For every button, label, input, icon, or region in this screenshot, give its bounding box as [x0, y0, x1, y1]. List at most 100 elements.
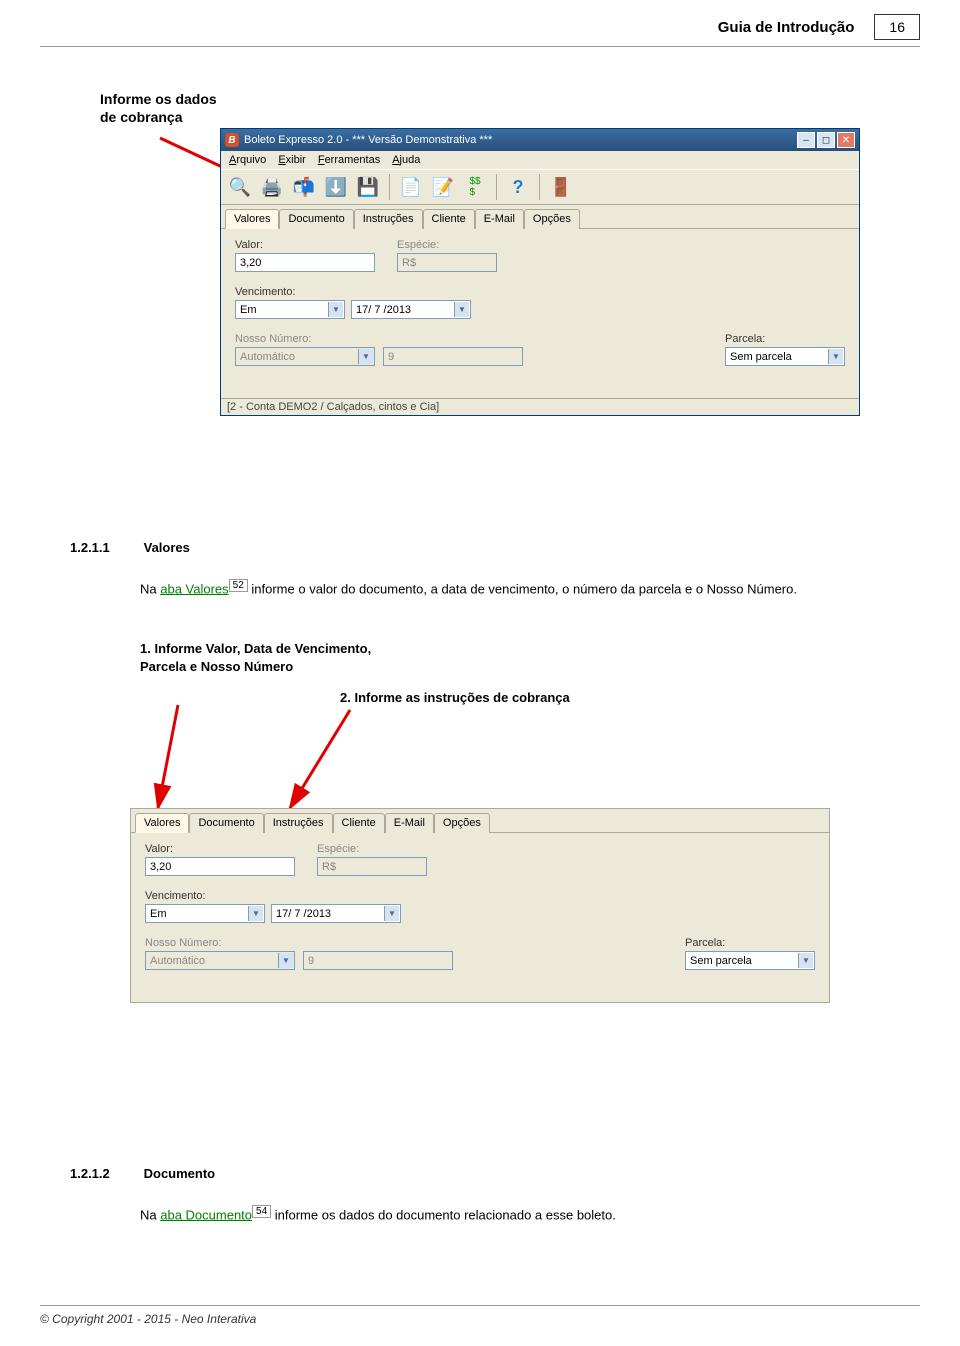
footer-copyright: © Copyright 2001 - 2015 - Neo Interativa [40, 1305, 920, 1326]
maximize-button[interactable]: ◻ [817, 132, 835, 148]
callout-2a: 1. Informe Valor, Data de Vencimento, Pa… [140, 640, 570, 676]
save-record-icon[interactable]: ⬇️ [323, 174, 349, 200]
select2-venc-mode[interactable]: Em ▼ [145, 904, 265, 923]
exit-icon[interactable]: 🚪 [548, 174, 574, 200]
menubar: Arquivo Exibir Ferramentas Ajuda [221, 151, 859, 169]
select-nosso-mode[interactable]: Automático ▼ [235, 347, 375, 366]
form-area: Valor: 3,20 Espécie: R$ Vencimento: Em ▼… [221, 229, 859, 398]
link-aba-valores[interactable]: aba Valores [160, 581, 228, 596]
link-aba-documento[interactable]: aba Documento [160, 1207, 252, 1222]
toolbar-divider-2 [496, 174, 497, 200]
new-icon[interactable]: 📝 [430, 174, 456, 200]
label2-nosso-numero: Nosso Número: [145, 937, 295, 949]
close-button[interactable]: ✕ [837, 132, 855, 148]
arrow-to-instrucoes-tab [280, 700, 360, 820]
label2-parcela: Parcela: [685, 937, 815, 949]
section2-number: 1.2.1.2 [70, 1166, 140, 1181]
window-title: Boleto Expresso 2.0 - *** Versão Demonst… [244, 134, 492, 146]
tab-email[interactable]: E-Mail [475, 209, 524, 229]
chevron-down-icon: ▼ [454, 302, 469, 317]
tabs-panel-2: Valores Documento Instruções Cliente E-M… [130, 808, 830, 1003]
tab-valores[interactable]: Valores [225, 209, 279, 229]
save-icon[interactable]: 💾 [355, 174, 381, 200]
label-valor: Valor: [235, 239, 375, 251]
section2-title: Documento [144, 1166, 216, 1181]
section-valores: 1.2.1.1 Valores Na aba Valores52 informe… [70, 540, 890, 599]
window-controls: – ◻ ✕ [797, 132, 855, 148]
select-parcela[interactable]: Sem parcela ▼ [725, 347, 845, 366]
tabs: Valores Documento Instruções Cliente E-M… [221, 205, 859, 229]
input-valor[interactable]: 3,20 [235, 253, 375, 272]
menu-ferramentas[interactable]: Ferramentas [318, 154, 380, 166]
tab2-instrucoes[interactable]: Instruções [264, 813, 333, 833]
label-nosso-numero: Nosso Número: [235, 333, 375, 345]
select2-parcela[interactable]: Sem parcela ▼ [685, 951, 815, 970]
chevron-down-icon: ▼ [248, 906, 263, 921]
list-icon[interactable]: 📄 [398, 174, 424, 200]
select-venc-date[interactable]: 17/ 7 /2013 ▼ [351, 300, 471, 319]
menu-arquivo[interactable]: Arquivo [229, 154, 266, 166]
chevron-down-icon: ▼ [278, 953, 293, 968]
tab-opcoes[interactable]: Opções [524, 209, 580, 229]
menu-ajuda[interactable]: Ajuda [392, 154, 420, 166]
ref-badge-52: 52 [229, 579, 248, 592]
select2-nosso-mode[interactable]: Automático ▼ [145, 951, 295, 970]
tab-documento[interactable]: Documento [279, 209, 353, 229]
callout-line1: Informe os dados [100, 90, 217, 108]
label2-valor: Valor: [145, 843, 295, 855]
chevron-down-icon: ▼ [384, 906, 399, 921]
input2-nosso-numero: 9 [303, 951, 453, 970]
page-header: Guia de Introdução 16 [40, 14, 920, 47]
minimize-button[interactable]: – [797, 132, 815, 148]
app-window: B Boleto Expresso 2.0 - *** Versão Demon… [220, 128, 860, 416]
report-money-icon[interactable]: $$$ [462, 174, 488, 200]
input-nosso-numero: 9 [383, 347, 523, 366]
mail-icon[interactable]: 📬 [291, 174, 317, 200]
print-icon[interactable]: 🖨️ [259, 174, 285, 200]
section-documento: 1.2.1.2 Documento Na aba Documento54 inf… [70, 1166, 890, 1225]
callout-block-2: 1. Informe Valor, Data de Vencimento, Pa… [140, 640, 570, 705]
label2-especie: Espécie: [317, 843, 427, 855]
tab-instrucoes[interactable]: Instruções [354, 209, 423, 229]
section-body: Na aba Valores52 informe o valor do docu… [140, 579, 890, 599]
statusbar: [2 - Conta DEMO2 / Calçados, cintos e Ci… [221, 398, 859, 415]
label-especie: Espécie: [397, 239, 497, 251]
input-especie: R$ [397, 253, 497, 272]
form-area-2: Valor: 3,20 Espécie: R$ Vencimento: Em ▼… [131, 833, 829, 1002]
chevron-down-icon: ▼ [798, 953, 813, 968]
toolbar-divider [389, 174, 390, 200]
tab2-documento[interactable]: Documento [189, 813, 263, 833]
label-vencimento: Vencimento: [235, 286, 495, 298]
section2-body: Na aba Documento54 informe os dados do d… [140, 1205, 890, 1225]
label2-vencimento: Vencimento: [145, 890, 425, 902]
chevron-down-icon: ▼ [328, 302, 343, 317]
callout-line2: de cobrança [100, 108, 217, 126]
chevron-down-icon: ▼ [358, 349, 373, 364]
help-icon[interactable]: ? [505, 174, 531, 200]
menu-exibir[interactable]: Exibir [278, 154, 306, 166]
page-number: 16 [874, 14, 920, 40]
callout-informe-dados: Informe os dados de cobrança [100, 90, 217, 126]
section-title: Valores [144, 540, 190, 555]
callout-2b: 2. Informe as instruções de cobrança [340, 690, 570, 705]
toolbar: 🔍 🖨️ 📬 ⬇️ 💾 📄 📝 $$$ ? 🚪 [221, 169, 859, 205]
input2-especie: R$ [317, 857, 427, 876]
titlebar: B Boleto Expresso 2.0 - *** Versão Demon… [221, 129, 859, 151]
tab2-opcoes[interactable]: Opções [434, 813, 490, 833]
tabs-2: Valores Documento Instruções Cliente E-M… [131, 809, 829, 833]
section-number: 1.2.1.1 [70, 540, 140, 555]
header-title: Guia de Introdução [718, 19, 855, 36]
toolbar-divider-3 [539, 174, 540, 200]
tab-cliente[interactable]: Cliente [423, 209, 475, 229]
select2-venc-date[interactable]: 17/ 7 /2013 ▼ [271, 904, 401, 923]
select-venc-mode[interactable]: Em ▼ [235, 300, 345, 319]
label-parcela: Parcela: [725, 333, 845, 345]
input2-valor[interactable]: 3,20 [145, 857, 295, 876]
chevron-down-icon: ▼ [828, 349, 843, 364]
tab2-valores[interactable]: Valores [135, 813, 189, 833]
arrow-to-valores-tab [148, 700, 208, 820]
ref-badge-54: 54 [252, 1205, 271, 1218]
tab2-cliente[interactable]: Cliente [333, 813, 385, 833]
preview-icon[interactable]: 🔍 [227, 174, 253, 200]
tab2-email[interactable]: E-Mail [385, 813, 434, 833]
